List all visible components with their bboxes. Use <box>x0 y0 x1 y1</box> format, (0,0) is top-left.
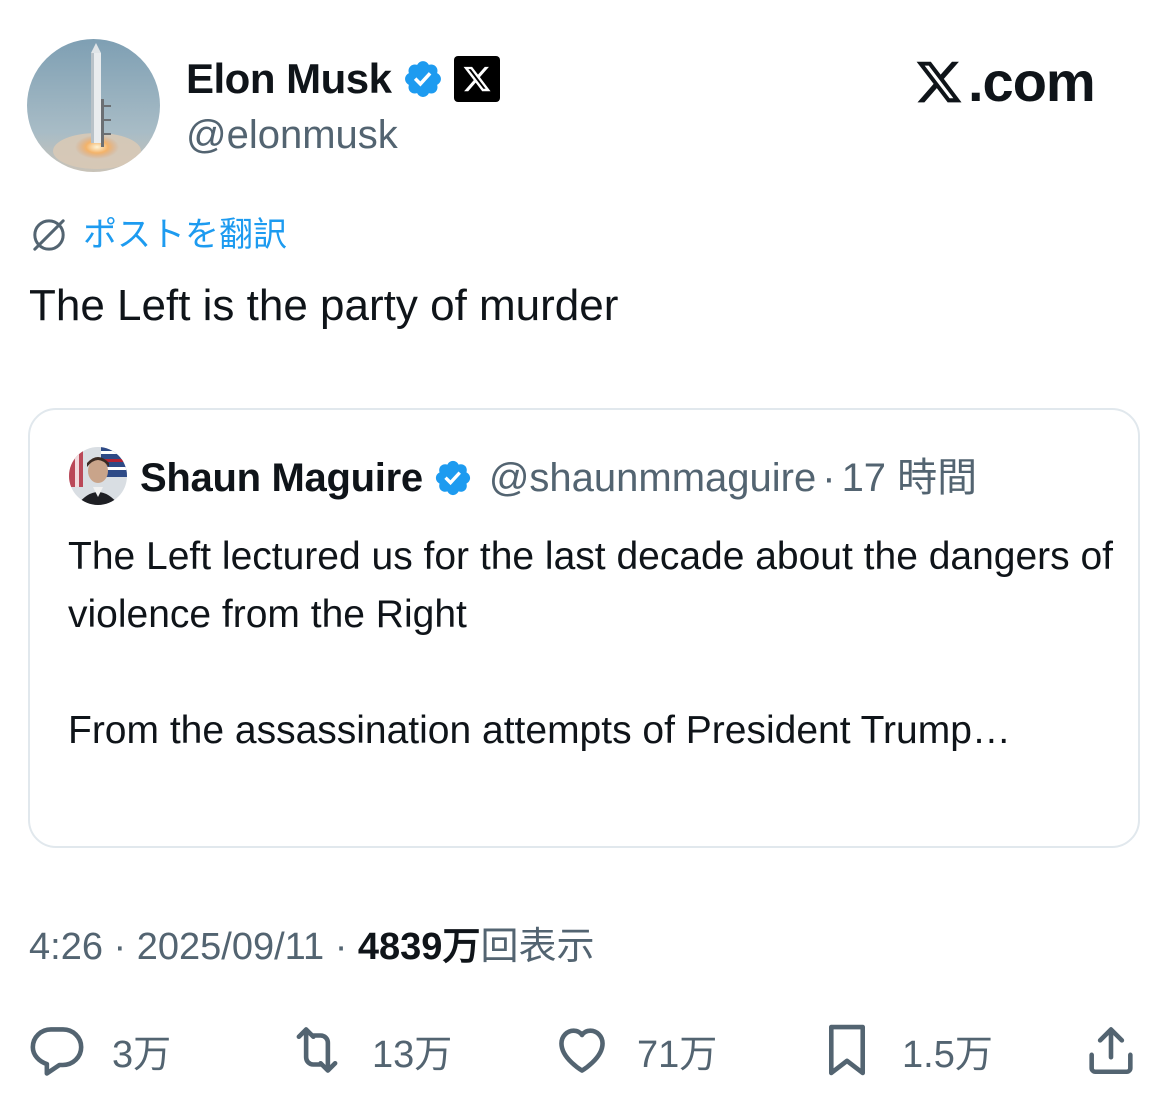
brand-watermark: .com <box>912 50 1096 113</box>
repost-icon <box>296 1027 338 1073</box>
action-bar: 3万 13万 71万 1.5万 <box>0 1012 1170 1092</box>
translate-label: ポストを翻訳 <box>83 216 287 254</box>
quote-paragraph: The Left lectured us for the last decade… <box>68 535 1114 636</box>
tweet-text: The Left is the party of murder <box>29 281 619 330</box>
quote-author-name[interactable]: Shaun Maguire <box>140 452 423 504</box>
verified-badge-icon <box>404 61 441 97</box>
translate-post-link[interactable]: ポストを翻訳 <box>29 212 287 258</box>
tweet-meta: 4:26 · 2025/09/11 · 4839万回表示 <box>29 922 594 972</box>
share-icon <box>1089 1027 1133 1075</box>
heart-icon <box>559 1028 605 1073</box>
quote-body: The Left lectured us for the last decade… <box>68 528 1118 760</box>
quote-separator: · <box>822 456 836 500</box>
repost-count: 13万 <box>372 1033 453 1076</box>
like-button[interactable]: 71万 <box>553 1012 717 1088</box>
author-handle[interactable]: @elonmusk <box>186 110 398 160</box>
quote-header: Shaun Maguire @shaunmmaguire · 17 時間 <box>140 452 977 504</box>
rocket-launch-image <box>27 39 160 172</box>
translate-globe-icon <box>33 219 65 251</box>
views-label: 回表示 <box>480 926 595 968</box>
tweet-time[interactable]: 4:26 <box>29 926 103 968</box>
like-count: 71万 <box>637 1033 718 1076</box>
x-logo-icon <box>916 61 962 103</box>
author-avatar[interactable] <box>27 39 160 172</box>
brand-domain: .com <box>968 50 1096 113</box>
author-name-row[interactable]: Elon Musk <box>186 52 500 106</box>
x-affiliation-badge-icon <box>453 56 500 102</box>
repost-button[interactable]: 13万 <box>288 1012 452 1088</box>
views-count: 4839万 <box>357 926 481 968</box>
quote-paragraph: From the assassination attempts of Presi… <box>68 709 1011 752</box>
author-name: Elon Musk <box>186 55 392 102</box>
meta-separator: · <box>113 926 127 968</box>
quote-author-handle[interactable]: @shaunmmaguire <box>489 452 816 504</box>
bookmark-count: 1.5万 <box>902 1033 993 1076</box>
tweet-date[interactable]: 2025/09/11 <box>137 926 324 968</box>
verified-badge-icon <box>435 460 470 496</box>
share-button[interactable] <box>1082 1012 1140 1088</box>
reply-count: 3万 <box>112 1033 172 1076</box>
bookmark-button[interactable]: 1.5万 <box>818 1012 993 1088</box>
bookmark-icon <box>828 1024 866 1076</box>
quote-author-avatar[interactable] <box>69 447 127 505</box>
reply-icon <box>30 1027 84 1076</box>
quoted-tweet-card[interactable]: Shaun Maguire @shaunmmaguire · 17 時間 The… <box>28 408 1140 848</box>
meta-separator: · <box>334 926 348 968</box>
reply-button[interactable]: 3万 <box>28 1012 171 1088</box>
quote-timestamp[interactable]: 17 時間 <box>842 452 978 504</box>
profile-photo-image <box>69 447 127 505</box>
